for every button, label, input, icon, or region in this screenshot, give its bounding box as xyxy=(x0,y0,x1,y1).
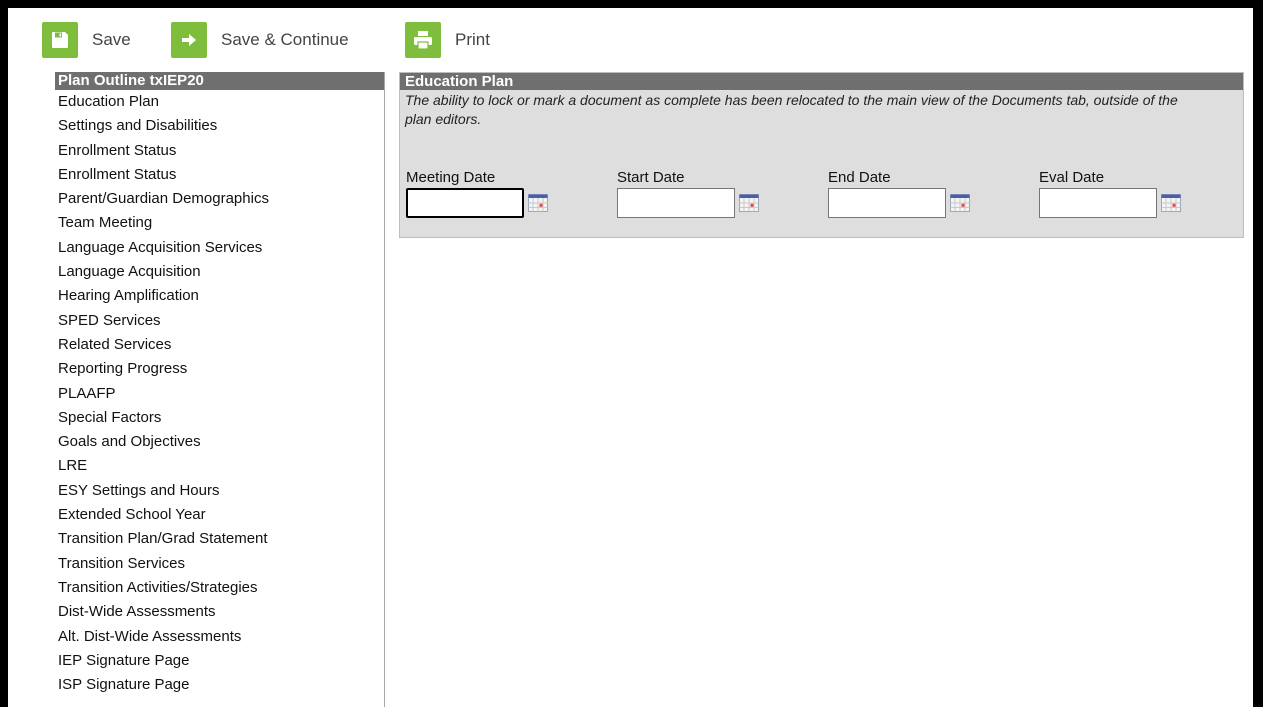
outline-item[interactable]: Hearing Amplification xyxy=(55,284,384,308)
arrow-right-icon xyxy=(171,22,207,58)
meeting-date-label: Meeting Date xyxy=(406,169,496,186)
outline-item[interactable]: PLAAFP xyxy=(55,382,384,406)
outline-item[interactable]: Special Factors xyxy=(55,406,384,430)
save-button[interactable]: Save xyxy=(42,22,131,58)
outline-list: Education Plan Settings and Disabilities E… xyxy=(55,90,384,697)
plan-outline: Plan Outline txIEP20 Education Plan Setti… xyxy=(54,72,385,707)
outline-item[interactable]: Transition Activities/Strategies xyxy=(55,576,384,600)
outline-item[interactable]: SPED Services xyxy=(55,309,384,333)
app-frame: Save Save & Continue Print Plan Outline … xyxy=(8,8,1253,707)
outline-item[interactable]: Dist-Wide Assessments xyxy=(55,600,384,624)
outline-item[interactable]: ESY Settings and Hours xyxy=(55,479,384,503)
calendar-icon[interactable] xyxy=(739,194,759,212)
meeting-date-input[interactable] xyxy=(406,188,524,218)
outline-item[interactable]: Education Plan xyxy=(55,90,384,114)
outline-item[interactable]: Alt. Dist-Wide Assessments xyxy=(55,625,384,649)
start-date-label: Start Date xyxy=(617,169,685,186)
outline-item[interactable]: Team Meeting xyxy=(55,211,384,235)
eval-date-input[interactable] xyxy=(1039,188,1157,218)
outline-item[interactable]: ISP Signature Page xyxy=(55,673,384,697)
outline-item[interactable]: IEP Signature Page xyxy=(55,649,384,673)
start-date-input[interactable] xyxy=(617,188,735,218)
outline-item[interactable]: Parent/Guardian Demographics xyxy=(55,187,384,211)
start-date-field: Start Date xyxy=(617,169,759,218)
outline-title: Plan Outline txIEP20 xyxy=(55,72,384,90)
outline-item[interactable]: Extended School Year xyxy=(55,503,384,527)
editor-note: The ability to lock or mark a document a… xyxy=(405,92,1178,127)
outline-item[interactable]: Language Acquisition xyxy=(55,260,384,284)
calendar-icon[interactable] xyxy=(950,194,970,212)
eval-date-label: Eval Date xyxy=(1039,169,1105,186)
calendar-icon[interactable] xyxy=(528,194,548,212)
save-continue-label: Save & Continue xyxy=(221,30,349,49)
print-button[interactable]: Print xyxy=(405,22,490,58)
outline-item[interactable]: Enrollment Status xyxy=(55,139,384,163)
outline-item[interactable]: Language Acquisition Services xyxy=(55,236,384,260)
outline-item[interactable]: Settings and Disabilities xyxy=(55,114,384,138)
end-date-field: End Date xyxy=(828,169,970,218)
end-date-input[interactable] xyxy=(828,188,946,218)
end-date-label: End Date xyxy=(828,169,891,186)
meeting-date-field: Meeting Date xyxy=(406,169,548,218)
print-label: Print xyxy=(455,30,490,49)
calendar-icon[interactable] xyxy=(1161,194,1181,212)
outline-item[interactable]: Related Services xyxy=(55,333,384,357)
outline-item[interactable]: Goals and Objectives xyxy=(55,430,384,454)
toolbar: Save Save & Continue Print xyxy=(8,8,1253,72)
outline-item[interactable]: Reporting Progress xyxy=(55,357,384,381)
printer-icon xyxy=(405,22,441,58)
education-plan-editor: Education Plan The ability to lock or ma… xyxy=(399,72,1244,238)
save-continue-button[interactable]: Save & Continue xyxy=(171,22,349,58)
outline-item[interactable]: Transition Services xyxy=(55,552,384,576)
outline-item[interactable]: Enrollment Status xyxy=(55,163,384,187)
eval-date-field: Eval Date xyxy=(1039,169,1181,218)
save-label: Save xyxy=(92,30,131,49)
floppy-disk-icon xyxy=(42,22,78,58)
outline-item[interactable]: Transition Plan/Grad Statement xyxy=(55,527,384,551)
editor-title: Education Plan xyxy=(400,73,1243,90)
outline-item[interactable]: LRE xyxy=(55,454,384,478)
